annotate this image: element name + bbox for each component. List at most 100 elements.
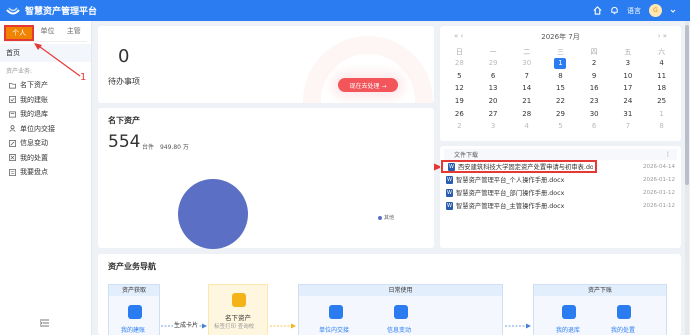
calendar-day[interactable]: 6 bbox=[476, 70, 510, 83]
calendar-day[interactable]: 4 bbox=[645, 57, 679, 70]
calendar-day[interactable]: 12 bbox=[443, 82, 477, 95]
sidebar-item-my-disposal[interactable]: 我的处置 bbox=[0, 151, 91, 166]
flow-link-handover[interactable]: 单位内交接 bbox=[319, 325, 349, 334]
sidebar-item-my-returns[interactable]: 我的退库 bbox=[0, 107, 91, 122]
pie-legend: 其他 bbox=[378, 214, 394, 221]
calendar-day[interactable]: 17 bbox=[611, 82, 645, 95]
calendar-prev-button[interactable]: « ‹ bbox=[454, 32, 463, 40]
flow-acquire: 资产获取 我的建账 bbox=[108, 284, 160, 335]
calendar-day[interactable]: 15 bbox=[544, 82, 578, 95]
file-name[interactable]: 西安建筑科技大学固定资产处置申请与初审表.docx bbox=[458, 162, 593, 171]
scrollbar-thumb[interactable] bbox=[685, 25, 689, 185]
home-icon[interactable] bbox=[593, 6, 602, 15]
language-menu[interactable]: 语言 bbox=[627, 6, 641, 16]
calendar-day[interactable]: 3 bbox=[476, 120, 510, 133]
bell-icon[interactable] bbox=[610, 6, 619, 15]
file-row[interactable]: W 西安建筑科技大学固定资产处置申请与初审表.docx 2026-04-14 bbox=[441, 160, 675, 173]
calendar-day[interactable]: 29 bbox=[476, 57, 510, 70]
calendar-day[interactable]: 2 bbox=[577, 57, 611, 70]
calendar-day[interactable]: 5 bbox=[443, 70, 477, 83]
calendar-next-button[interactable]: › » bbox=[658, 32, 667, 40]
file-download-panel: 文件下载 ⋮ W 西安建筑科技大学固定资产处置申请与初审表.docx 2026-04… bbox=[440, 146, 681, 248]
calendar-day[interactable]: 30 bbox=[510, 57, 544, 70]
calendar-day[interactable]: 14 bbox=[510, 82, 544, 95]
sidebar-item-inventory[interactable]: 我要盘点 bbox=[0, 165, 91, 180]
calendar-day[interactable]: 7 bbox=[611, 120, 645, 133]
calendar-day-today[interactable]: 1 bbox=[544, 57, 578, 70]
calendar-day[interactable]: 18 bbox=[645, 82, 679, 95]
calendar-day[interactable]: 1 bbox=[645, 107, 679, 120]
calendar-day[interactable]: 16 bbox=[577, 82, 611, 95]
flow-link-my-returns[interactable]: 我的退库 bbox=[556, 325, 580, 334]
calendar-day[interactable]: 29 bbox=[544, 107, 578, 120]
chevron-down-icon[interactable] bbox=[670, 8, 676, 14]
calendar-day[interactable]: 5 bbox=[544, 120, 578, 133]
file-row[interactable]: W 智慧资产管理平台_个人操作手册.docx 2026-01-12 bbox=[441, 173, 681, 186]
file-name[interactable]: 智慧资产管理平台_个人操作手册.docx bbox=[456, 175, 639, 184]
calendar-day[interactable]: 22 bbox=[544, 95, 578, 108]
sidebar-item-label: 单位内交接 bbox=[20, 124, 55, 133]
calendar-day[interactable]: 8 bbox=[544, 70, 578, 83]
sidebar-item-label: 我的退库 bbox=[20, 110, 48, 119]
calendar-day[interactable]: 3 bbox=[611, 57, 645, 70]
calendar-day[interactable]: 25 bbox=[645, 95, 679, 108]
file-date: 2026-04-14 bbox=[643, 163, 675, 170]
calendar-day-number: 23 bbox=[589, 97, 599, 106]
inventory-icon bbox=[9, 168, 16, 176]
calendar-day[interactable]: 26 bbox=[443, 107, 477, 120]
calendar-weekday: 五 bbox=[624, 47, 632, 56]
calendar-day[interactable]: 28 bbox=[510, 107, 544, 120]
calendar-day-number: 21 bbox=[522, 97, 532, 106]
calendar-day[interactable]: 6 bbox=[577, 120, 611, 133]
sidebar-item-label: 我的处置 bbox=[20, 153, 48, 162]
sidebar-item-handover[interactable]: 单位内交接 bbox=[0, 122, 91, 137]
sidebar-item-label: 我要盘点 bbox=[20, 168, 48, 177]
calendar-day-number: 1 bbox=[659, 109, 664, 118]
collapse-menu-icon[interactable] bbox=[40, 319, 49, 327]
file-name[interactable]: 智慧资产管理平台_部门操作手册.docx bbox=[456, 188, 639, 197]
file-row[interactable]: W 智慧资产管理平台_部门操作手册.docx 2026-01-12 bbox=[441, 186, 681, 199]
sidebar-item-my-accounts[interactable]: 我的建账 bbox=[0, 93, 91, 108]
file-name[interactable]: 智慧资产管理平台_主管操作手册.docx bbox=[456, 201, 639, 210]
calendar-day-number: 28 bbox=[454, 59, 464, 68]
calendar-day-number: 31 bbox=[623, 109, 633, 118]
calendar-day[interactable]: 24 bbox=[611, 95, 645, 108]
more-icon[interactable]: ⋮ bbox=[665, 151, 671, 158]
tab-personal[interactable]: 个人 bbox=[4, 25, 35, 41]
flow-owned-assets[interactable]: 名下资产 标签打印 查询校 bbox=[208, 284, 268, 335]
tab-supervisor[interactable]: 主管 bbox=[61, 25, 87, 41]
calendar-day[interactable]: 31 bbox=[611, 107, 645, 120]
flow-link-my-disposal[interactable]: 我的处置 bbox=[611, 325, 635, 334]
calendar-day[interactable]: 30 bbox=[577, 107, 611, 120]
avatar[interactable]: G bbox=[649, 4, 662, 17]
calendar-day-number: 15 bbox=[556, 84, 565, 93]
calendar-day[interactable]: 19 bbox=[443, 95, 477, 108]
calendar-day[interactable]: 23 bbox=[577, 95, 611, 108]
flow-link-my-accounts[interactable]: 我的建账 bbox=[121, 325, 145, 334]
process-now-button[interactable]: 现在去处理 → bbox=[338, 78, 398, 92]
calendar-day[interactable]: 9 bbox=[577, 70, 611, 83]
file-row[interactable]: W 智慧资产管理平台_主管操作手册.docx 2026-01-12 bbox=[441, 199, 681, 212]
calendar-day[interactable]: 8 bbox=[645, 120, 679, 133]
calendar-day[interactable]: 7 bbox=[510, 70, 544, 83]
calendar-day[interactable]: 28 bbox=[443, 57, 477, 70]
calendar-day[interactable]: 2 bbox=[443, 120, 477, 133]
calendar-day[interactable]: 11 bbox=[645, 70, 679, 83]
calendar-day-number: 12 bbox=[454, 84, 464, 93]
calendar-day[interactable]: 20 bbox=[476, 95, 510, 108]
calendar-header: « ‹ 2026年 7月 › » bbox=[440, 32, 681, 42]
sidebar-item-owned-assets[interactable]: 名下资产 bbox=[0, 78, 91, 93]
page-scrollbar[interactable] bbox=[685, 21, 689, 335]
calendar-day[interactable]: 4 bbox=[510, 120, 544, 133]
sidebar-item-info-change[interactable]: 信息变动 bbox=[0, 136, 91, 151]
flow-offline-title: 资产下账 bbox=[534, 285, 666, 296]
flow-link-info-change[interactable]: 信息变动 bbox=[387, 325, 411, 334]
calendar-day[interactable]: 21 bbox=[510, 95, 544, 108]
calendar-weekday: 三 bbox=[556, 47, 564, 56]
tab-unit[interactable]: 单位 bbox=[34, 25, 60, 41]
file-date: 2026-01-12 bbox=[643, 202, 675, 209]
calendar-day[interactable]: 13 bbox=[476, 82, 510, 95]
calendar-day[interactable]: 10 bbox=[611, 70, 645, 83]
calendar-day[interactable]: 27 bbox=[476, 107, 510, 120]
todo-label: 待办事项 bbox=[108, 77, 140, 86]
